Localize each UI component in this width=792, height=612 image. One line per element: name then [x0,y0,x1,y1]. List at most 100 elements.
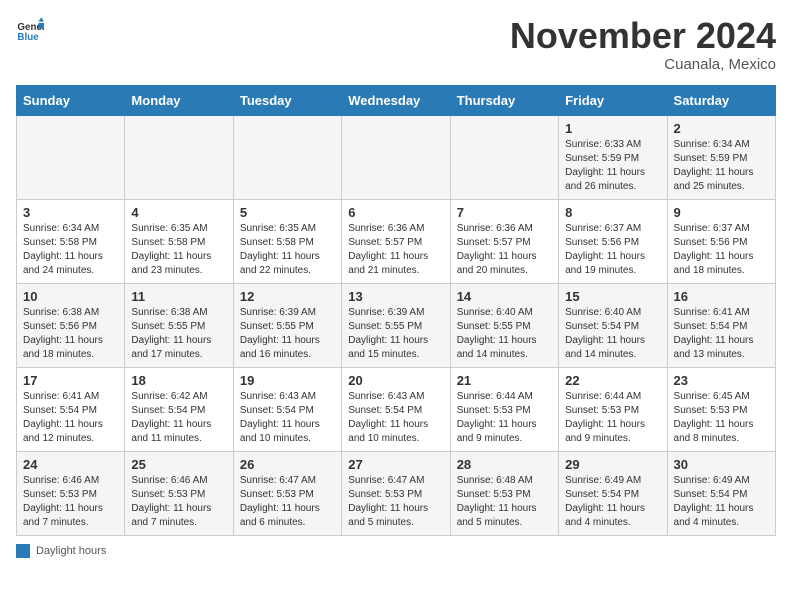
day-detail: Sunrise: 6:38 AM Sunset: 5:55 PM Dayligh… [131,306,226,362]
weekday-header: Friday [559,85,667,115]
day-number: 13 [348,289,443,304]
calendar-cell: 13Sunrise: 6:39 AM Sunset: 5:55 PM Dayli… [342,283,450,367]
weekday-header: Thursday [450,85,558,115]
calendar-cell: 30 Sunrise: 6:49 AM Sunset: 5:54 PM Dayli… [667,451,775,535]
legend: Daylight hours [16,544,776,558]
legend-label: Daylight hours [36,545,106,557]
calendar-cell: 23Sunrise: 6:45 AM Sunset: 5:53 PM Dayli… [667,367,775,451]
calendar-cell [17,115,125,199]
calendar-week-row: 1 Sunrise: 6:33 AM Sunset: 5:59 PM Daylig… [17,115,776,199]
day-number: 27 [348,457,443,472]
day-number: 3 [23,205,118,220]
calendar-table: SundayMondayTuesdayWednesdayThursdayFrid… [16,85,776,536]
calendar-cell: 28Sunrise: 6:48 AM Sunset: 5:53 PM Dayli… [450,451,558,535]
calendar-cell: 19Sunrise: 6:43 AM Sunset: 5:54 PM Dayli… [233,367,341,451]
day-detail: Sunrise: 6:34 AM Sunset: 5:58 PM Dayligh… [23,222,118,278]
day-number: 16 [674,289,769,304]
day-detail: Sunrise: 6:47 AM Sunset: 5:53 PM Dayligh… [348,474,443,530]
weekday-header: Saturday [667,85,775,115]
day-number: 17 [23,373,118,388]
day-number: 24 [23,457,118,472]
calendar-cell: 5Sunrise: 6:35 AM Sunset: 5:58 PM Daylig… [233,199,341,283]
calendar-cell: 17 Sunrise: 6:41 AM Sunset: 5:54 PM Dayli… [17,367,125,451]
day-detail: Sunrise: 6:35 AM Sunset: 5:58 PM Dayligh… [240,222,335,278]
calendar-week-row: 24 Sunrise: 6:46 AM Sunset: 5:53 PM Dayli… [17,451,776,535]
day-number: 20 [348,373,443,388]
day-detail: Sunrise: 6:47 AM Sunset: 5:53 PM Dayligh… [240,474,335,530]
day-detail: Sunrise: 6:36 AM Sunset: 5:57 PM Dayligh… [348,222,443,278]
calendar-cell: 16 Sunrise: 6:41 AM Sunset: 5:54 PM Dayli… [667,283,775,367]
day-detail: Sunrise: 6:38 AM Sunset: 5:56 PM Dayligh… [23,306,118,362]
calendar-cell: 3 Sunrise: 6:34 AM Sunset: 5:58 PM Daylig… [17,199,125,283]
day-number: 8 [565,205,660,220]
day-number: 21 [457,373,552,388]
calendar-cell: 10 Sunrise: 6:38 AM Sunset: 5:56 PM Dayli… [17,283,125,367]
day-detail: Sunrise: 6:44 AM Sunset: 5:53 PM Dayligh… [457,390,552,446]
day-number: 19 [240,373,335,388]
svg-text:Blue: Blue [17,32,39,43]
day-number: 25 [131,457,226,472]
calendar-cell: 21 Sunrise: 6:44 AM Sunset: 5:53 PM Dayli… [450,367,558,451]
day-number: 2 [674,121,769,136]
weekday-header-row: SundayMondayTuesdayWednesdayThursdayFrid… [17,85,776,115]
day-detail: Sunrise: 6:41 AM Sunset: 5:54 PM Dayligh… [674,306,769,362]
day-number: 28 [457,457,552,472]
calendar-cell: 25 Sunrise: 6:46 AM Sunset: 5:53 PM Dayli… [125,451,233,535]
calendar-cell: 11 Sunrise: 6:38 AM Sunset: 5:55 PM Dayli… [125,283,233,367]
day-detail: Sunrise: 6:40 AM Sunset: 5:55 PM Dayligh… [457,306,552,362]
day-detail: Sunrise: 6:39 AM Sunset: 5:55 PM Dayligh… [240,306,335,362]
weekday-header: Monday [125,85,233,115]
calendar-week-row: 10 Sunrise: 6:38 AM Sunset: 5:56 PM Dayli… [17,283,776,367]
day-number: 14 [457,289,552,304]
calendar-cell: 14 Sunrise: 6:40 AM Sunset: 5:55 PM Dayli… [450,283,558,367]
calendar-cell: 26 Sunrise: 6:47 AM Sunset: 5:53 PM Dayli… [233,451,341,535]
calendar-cell: 8 Sunrise: 6:37 AM Sunset: 5:56 PM Daylig… [559,199,667,283]
calendar-cell: 9 Sunrise: 6:37 AM Sunset: 5:56 PM Daylig… [667,199,775,283]
calendar-cell: 1 Sunrise: 6:33 AM Sunset: 5:59 PM Daylig… [559,115,667,199]
calendar-cell: 22Sunrise: 6:44 AM Sunset: 5:53 PM Dayli… [559,367,667,451]
calendar-cell: 18Sunrise: 6:42 AM Sunset: 5:54 PM Dayli… [125,367,233,451]
day-number: 29 [565,457,660,472]
calendar-cell: 27 Sunrise: 6:47 AM Sunset: 5:53 PM Dayli… [342,451,450,535]
day-detail: Sunrise: 6:49 AM Sunset: 5:54 PM Dayligh… [565,474,660,530]
day-detail: Sunrise: 6:41 AM Sunset: 5:54 PM Dayligh… [23,390,118,446]
day-number: 10 [23,289,118,304]
day-number: 7 [457,205,552,220]
legend-color-box [16,544,30,558]
day-detail: Sunrise: 6:46 AM Sunset: 5:53 PM Dayligh… [23,474,118,530]
day-number: 12 [240,289,335,304]
calendar-cell [125,115,233,199]
calendar-cell [450,115,558,199]
calendar-cell: 2Sunrise: 6:34 AM Sunset: 5:59 PM Daylig… [667,115,775,199]
weekday-header: Tuesday [233,85,341,115]
calendar-week-row: 17 Sunrise: 6:41 AM Sunset: 5:54 PM Dayli… [17,367,776,451]
day-detail: Sunrise: 6:37 AM Sunset: 5:56 PM Dayligh… [565,222,660,278]
day-number: 22 [565,373,660,388]
day-detail: Sunrise: 6:37 AM Sunset: 5:56 PM Dayligh… [674,222,769,278]
day-number: 6 [348,205,443,220]
calendar-cell: 12 Sunrise: 6:39 AM Sunset: 5:55 PM Dayli… [233,283,341,367]
day-detail: Sunrise: 6:49 AM Sunset: 5:54 PM Dayligh… [674,474,769,530]
calendar-week-row: 3 Sunrise: 6:34 AM Sunset: 5:58 PM Daylig… [17,199,776,283]
calendar-cell [233,115,341,199]
day-detail: Sunrise: 6:43 AM Sunset: 5:54 PM Dayligh… [348,390,443,446]
day-number: 9 [674,205,769,220]
calendar-cell: 6 Sunrise: 6:36 AM Sunset: 5:57 PM Daylig… [342,199,450,283]
day-detail: Sunrise: 6:42 AM Sunset: 5:54 PM Dayligh… [131,390,226,446]
day-detail: Sunrise: 6:33 AM Sunset: 5:59 PM Dayligh… [565,138,660,194]
day-number: 11 [131,289,226,304]
day-detail: Sunrise: 6:46 AM Sunset: 5:53 PM Dayligh… [131,474,226,530]
title-block: November 2024 Cuanala, Mexico [510,16,776,73]
day-number: 1 [565,121,660,136]
logo: General Blue [16,16,44,44]
day-number: 30 [674,457,769,472]
day-detail: Sunrise: 6:35 AM Sunset: 5:58 PM Dayligh… [131,222,226,278]
calendar-cell: 15Sunrise: 6:40 AM Sunset: 5:54 PM Dayli… [559,283,667,367]
calendar-cell: 7Sunrise: 6:36 AM Sunset: 5:57 PM Daylig… [450,199,558,283]
logo-icon: General Blue [16,16,44,44]
weekday-header: Wednesday [342,85,450,115]
day-number: 26 [240,457,335,472]
day-number: 15 [565,289,660,304]
calendar-cell [342,115,450,199]
calendar-cell: 4Sunrise: 6:35 AM Sunset: 5:58 PM Daylig… [125,199,233,283]
